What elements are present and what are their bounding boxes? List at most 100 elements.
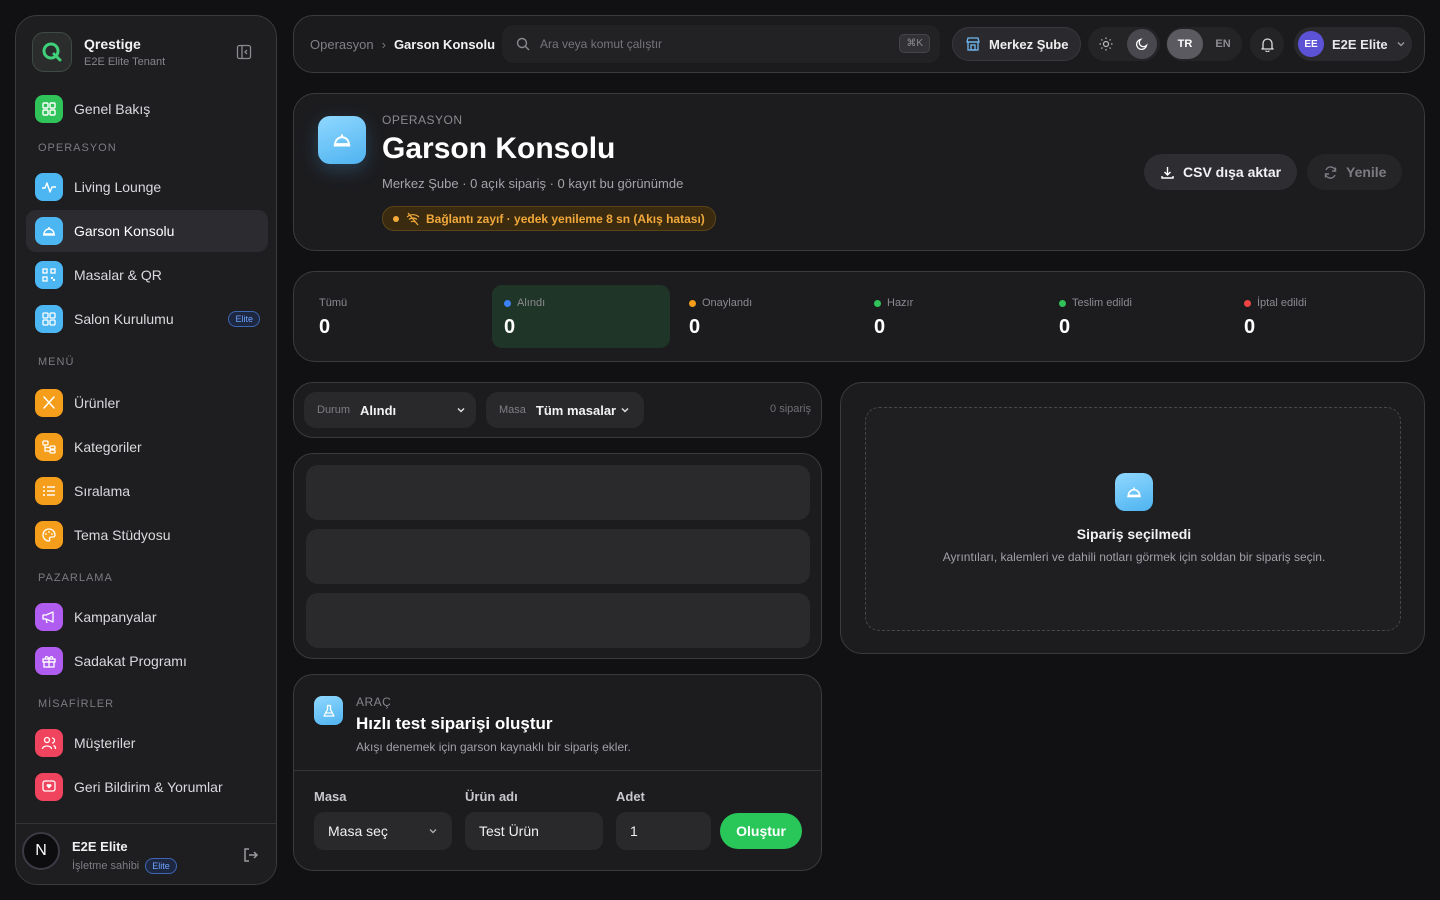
breadcrumb-current: Garson Konsolu [393,37,496,52]
stat-value: 0 [319,316,331,338]
sidebar-item-label: Ürünler [74,395,120,411]
flask-icon [314,696,343,725]
stat-value: 0 [1059,316,1071,338]
table-select-value: Tüm masalar [535,402,617,418]
user-role-label: İşletme sahibi [72,860,140,872]
tab-delivered[interactable]: Teslim edildi 0 [1047,285,1225,348]
sidebar-item-label: Geri Bildirim & Yorumlar [74,779,223,795]
status-select[interactable]: Durum Alındı [304,392,476,428]
sidebar-item-label: Masalar & QR [74,267,162,283]
product-name-value: Test Ürün [479,823,539,839]
tab-all[interactable]: Tümü 0 [307,285,485,348]
users-icon [35,729,63,757]
refresh-button[interactable]: Yenile [1307,154,1403,190]
stat-label: Alındı [517,297,546,309]
tab-ready[interactable]: Hazır 0 [862,285,1040,348]
sidebar-item-living-lounge[interactable]: Living Lounge [26,166,268,208]
language-toggle[interactable]: TR EN [1166,27,1242,61]
nav-section-title: OPERASYON [38,142,117,154]
moon-icon[interactable] [1127,29,1157,59]
status-dot [504,299,511,307]
sidebar-item-label: Salon Kurulumu [74,311,174,327]
avatar: N [22,832,60,870]
brand[interactable]: Qrestige E2E Elite Tenant [32,32,165,72]
refresh-icon [1324,165,1337,179]
search-input[interactable]: Ara veya komut çalıştır ⌘K [502,25,940,63]
breadcrumb-parent[interactable]: Operasyon [310,37,374,52]
service-bell-icon [1115,473,1153,511]
stat-value: 0 [504,316,516,338]
sidebar-item-waiter-console[interactable]: Garson Konsolu [26,210,268,252]
empty-state: Sipariş seçilmedi Ayrıntıları, kalemleri… [865,407,1401,631]
sidebar-item-feedback[interactable]: Geri Bildirim & Yorumlar [26,766,268,808]
language-en[interactable]: EN [1205,29,1241,59]
order-list [293,453,822,659]
product-field-label: Ürün adı [465,789,518,804]
nav-section-title: MENÜ [38,356,75,368]
status-select-value: Alındı [360,402,397,418]
logout-icon[interactable] [242,846,260,869]
order-count: 0 sipariş [770,403,811,415]
megaphone-icon [35,603,63,631]
sidebar-item-products[interactable]: Ürünler [26,382,268,424]
service-bell-icon [318,116,366,164]
gift-icon [35,647,63,675]
sun-icon[interactable] [1091,29,1121,59]
sidebar-item-label: Kategoriler [74,439,142,455]
branch-name: Merkez Şube [989,36,1069,52]
elite-badge: Elite [145,858,177,874]
theme-toggle[interactable] [1088,27,1160,61]
breadcrumb: Operasyon › Garson Konsolu [310,37,495,52]
sidebar-item-categories[interactable]: Kategoriler [26,426,268,468]
sidebar-item-overview[interactable]: Genel Bakış [26,88,268,130]
status-filter-tabs: Tümü 0 Alındı 0 Onaylandı 0 Hazır 0 Tesl… [293,271,1425,362]
language-tr[interactable]: TR [1167,29,1203,59]
tool-kicker: ARAÇ [356,695,392,709]
sidebar-item-campaigns[interactable]: Kampanyalar [26,596,268,638]
csv-export-button[interactable]: CSV dışa aktar [1144,154,1298,190]
palette-icon [35,521,63,549]
warning-dot [393,215,399,222]
user-role: İşletme sahibi Elite [72,858,177,874]
layout-icon [35,305,63,333]
topbar: Operasyon › Garson Konsolu Ara veya komu… [293,15,1425,73]
tab-cancelled[interactable]: İptal edildi 0 [1232,285,1410,348]
wifi-off-icon [406,212,420,225]
sidebar-item-sorting[interactable]: Sıralama [26,470,268,512]
grid-icon [35,95,63,123]
sidebar-item-loyalty[interactable]: Sadakat Programı [26,640,268,682]
tab-received[interactable]: Alındı 0 [492,285,670,348]
csv-export-label: CSV dışa aktar [1183,164,1282,180]
product-name-field[interactable]: Test Ürün [465,812,603,850]
connection-warning-badge: Bağlantı zayıf · yedek yenileme 8 sn (Ak… [382,206,716,231]
stat-label: Onaylandı [702,297,753,309]
status-dot [874,299,881,307]
avatar: EE [1298,31,1324,57]
branch-selector[interactable]: Merkez Şube [952,27,1082,61]
quantity-value: 1 [630,823,638,839]
quantity-field[interactable]: 1 [616,812,711,850]
create-order-button[interactable]: Oluştur [720,813,802,849]
stat-value: 0 [689,316,701,338]
sidebar-nav: Genel Bakış OPERASYON Living Lounge Gars… [26,88,268,810]
user-profile[interactable]: N E2E Elite İşletme sahibi Elite [16,823,276,884]
table-select[interactable]: Masa Tüm masalar [486,392,644,428]
loading-skeleton-row [306,465,810,520]
sidebar-item-customers[interactable]: Müşteriler [26,722,268,764]
sidebar-item-label: Genel Bakış [74,101,151,117]
search-placeholder: Ara veya komut çalıştır [540,37,663,51]
sidebar-collapse-icon[interactable] [236,44,254,62]
tab-confirmed[interactable]: Onaylandı 0 [677,285,855,348]
status-dot [1244,299,1251,307]
store-icon [966,37,980,51]
sidebar-item-theme-studio[interactable]: Tema Stüdyosu [26,514,268,556]
bell-icon[interactable] [1250,27,1284,61]
sidebar-item-hall-setup[interactable]: Salon Kurulumu Elite [26,298,268,340]
chevron-down-icon [429,829,437,834]
sidebar-item-tables-qr[interactable]: Masalar & QR [26,254,268,296]
account-menu[interactable]: EE E2E Elite [1294,27,1412,61]
stat-label: Teslim edildi [1072,297,1132,309]
table-select-field[interactable]: Masa seç [314,812,452,850]
page-header: OPERASYON Garson Konsolu Merkez Şube · 0… [293,93,1425,251]
download-icon [1161,166,1174,179]
